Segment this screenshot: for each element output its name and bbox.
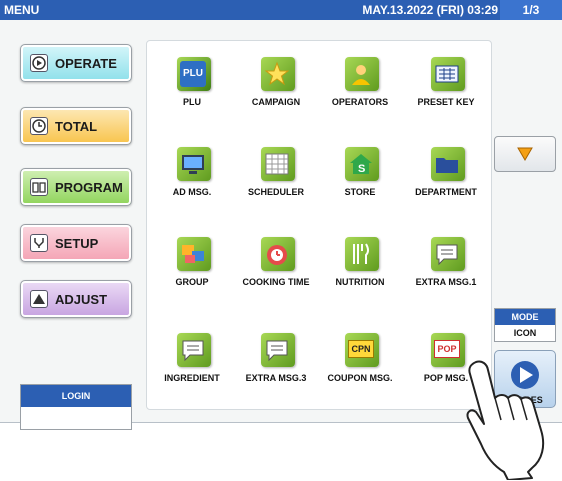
message-icon (261, 333, 295, 367)
adjust-label: ADJUST (55, 292, 108, 307)
menu-item-operators[interactable]: OPERATORS (317, 55, 403, 125)
login-box[interactable]: LOGIN (20, 384, 132, 430)
menu-item-label: EXTRA MSG.3 (245, 373, 307, 383)
login-label: LOGIN (21, 385, 131, 407)
menu-item-label: EXTRA MSG.1 (415, 277, 477, 287)
operate-label: OPERATE (55, 56, 117, 71)
menu-item-cooking-time[interactable]: COOKING TIME (233, 235, 319, 305)
menu-item-label: INGREDIENT (164, 373, 220, 383)
menu-item-label: COOKING TIME (242, 277, 310, 287)
cpn-badge: CPN (348, 340, 374, 358)
plu-icon: PLU (177, 57, 211, 91)
menu-item-label: COUPON MSG. (327, 373, 393, 383)
cutlery-icon (345, 237, 379, 271)
mode-title: MODE (495, 309, 555, 325)
menu-item-label: AD MSG. (172, 187, 212, 197)
menu-item-label: DEPARTMENT (415, 187, 477, 197)
operator-icon (345, 57, 379, 91)
menu-item-scheduler[interactable]: SCHEDULER (233, 145, 319, 215)
menu-item-label: GROUP (175, 277, 209, 287)
coupon-icon: CPN (345, 333, 379, 367)
calendar-icon (261, 147, 295, 181)
icon-grid: PLU PLU CAMPAIGN OPERATORS PRESET KEY AD… (146, 40, 492, 410)
total-button[interactable]: TOTAL (20, 107, 132, 145)
setup-label: SETUP (55, 236, 99, 251)
menu-item-label: NUTRITION (335, 277, 385, 287)
group-icon (177, 237, 211, 271)
menu-item-extra-msg-1[interactable]: EXTRA MSG.1 (403, 235, 489, 305)
pointing-hand-icon (466, 360, 545, 480)
menu-item-label: OPERATORS (331, 97, 389, 107)
scroll-down-button[interactable] (494, 136, 556, 172)
menu-item-label: SCHEDULER (247, 187, 304, 197)
setup-button[interactable]: SETUP (20, 224, 132, 262)
book-icon (30, 178, 48, 196)
adjust-button[interactable]: ADJUST (20, 280, 132, 318)
pop-badge: POP (434, 340, 460, 358)
mode-selector[interactable]: MODE ICON (494, 308, 556, 342)
title-bar: MENU MAY.13.2022 (FRI) 03:29 1/3 (0, 0, 562, 20)
menu-item-ad-msg[interactable]: AD MSG. (149, 145, 235, 215)
page-indicator: 1/3 (500, 0, 562, 20)
mode-value: ICON (495, 325, 555, 341)
svg-text:S: S (358, 163, 365, 175)
total-label: TOTAL (55, 119, 98, 134)
program-button[interactable]: PROGRAM (20, 168, 132, 206)
timer-icon (261, 237, 295, 271)
menu-item-preset-key[interactable]: PRESET KEY (403, 55, 489, 125)
wrench-icon (30, 234, 48, 252)
message-icon (177, 333, 211, 367)
program-label: PROGRAM (55, 180, 123, 195)
adjust-icon (30, 290, 48, 308)
store-icon: S (345, 147, 379, 181)
menu-item-plu[interactable]: PLU PLU (149, 55, 235, 125)
triangle-down-icon (517, 147, 533, 161)
menu-item-label: CAMPAIGN (251, 97, 301, 107)
menu-item-ingredient[interactable]: INGREDIENT (149, 331, 235, 401)
plu-badge: PLU (180, 61, 206, 87)
play-circle-icon (30, 54, 48, 72)
keyboard-icon (431, 57, 465, 91)
menu-item-department[interactable]: DEPARTMENT (403, 145, 489, 215)
menu-item-coupon-msg[interactable]: CPN COUPON MSG. (317, 331, 403, 401)
menu-item-group[interactable]: GROUP (149, 235, 235, 305)
operate-button[interactable]: OPERATE (20, 44, 132, 82)
pop-icon: POP (431, 333, 465, 367)
menu-item-label: PLU (183, 97, 201, 107)
menu-item-campaign[interactable]: CAMPAIGN (233, 55, 319, 125)
menu-item-label: PRESET KEY (417, 97, 475, 107)
message-icon (431, 237, 465, 271)
menu-item-label: STORE (344, 187, 376, 197)
menu-item-nutrition[interactable]: NUTRITION (317, 235, 403, 305)
clock-icon (30, 117, 48, 135)
menu-item-extra-msg-3[interactable]: EXTRA MSG.3 (233, 331, 319, 401)
datetime-display: MAY.13.2022 (FRI) 03:29 (362, 3, 498, 17)
star-icon (261, 57, 295, 91)
monitor-icon (177, 147, 211, 181)
menu-item-store[interactable]: S STORE (317, 145, 403, 215)
screen-title: MENU (4, 3, 40, 17)
folder-icon (431, 147, 465, 181)
